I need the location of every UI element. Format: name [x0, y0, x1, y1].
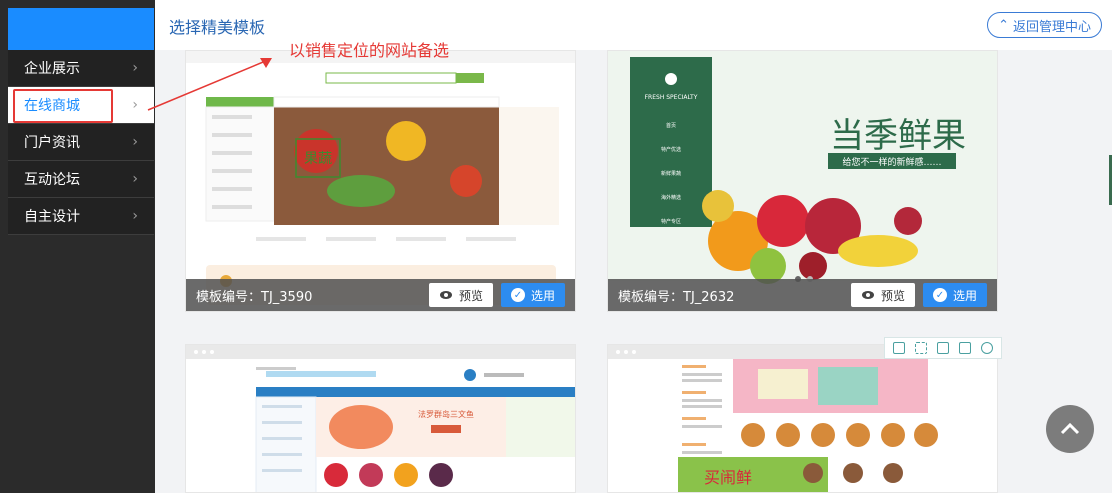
preview-label: 预览 — [458, 288, 483, 303]
chevron-right-icon: › — [132, 97, 138, 113]
thumb-nav-item: 特产优选 — [661, 146, 681, 153]
annotation-highlight-box — [13, 89, 113, 123]
eye-icon — [861, 291, 874, 299]
chevron-right-icon: › — [132, 60, 138, 76]
template-thumbnail: 买闹鲜 — [608, 345, 997, 492]
template-thumbnail: 法罗群岛三文鱼 — [186, 345, 575, 492]
annotation-arrow — [147, 58, 272, 111]
sidebar-item-label: 门户资讯 — [24, 135, 80, 151]
thumb-nav-item: 新鲜果蔬 — [661, 170, 681, 177]
fullscreen-icon[interactable] — [915, 342, 927, 354]
thumb-nav-item: 特产专区 — [661, 218, 681, 225]
check-circle-icon: ✓ — [932, 288, 947, 302]
preview-button[interactable]: 预览 — [850, 283, 915, 307]
check-circle-icon: ✓ — [510, 288, 525, 302]
template-code: 模板编号：TJ_2632 — [618, 289, 735, 305]
sidebar-item-custom-design[interactable]: 自主设计 › — [8, 198, 154, 235]
return-admin-label: 返回管理中心 — [1012, 19, 1091, 35]
preview-label: 预览 — [880, 288, 905, 303]
page-title: 选择精美模板 — [169, 18, 266, 37]
chevron-up-icon — [1060, 422, 1080, 435]
eye-icon — [439, 291, 452, 299]
select-label: 选用 — [952, 288, 977, 303]
back-to-top-button[interactable] — [1046, 405, 1094, 453]
sidebar-item-portal[interactable]: 门户资讯 › — [8, 124, 154, 161]
thumb-brand: FRESH SPECIALTY — [645, 94, 698, 101]
template-thumbnail: FRESH SPECIALTY 首页 特产优选 新鲜果蔬 海外精选 特产专区 当… — [608, 51, 997, 311]
template-code: 模板编号：TJ_3590 — [196, 289, 313, 305]
gear-icon[interactable] — [981, 342, 993, 354]
return-admin-button[interactable]: ⌃ 返回管理中心 — [987, 12, 1102, 38]
double-chevron-up-icon: ⌃ — [998, 17, 1009, 33]
thumb-promo: 买闹鲜 — [704, 468, 752, 487]
select-button[interactable]: ✓ 选用 — [500, 283, 565, 307]
thumb-promo: 法罗群岛三文鱼 — [418, 409, 474, 419]
template-card-footer: 模板编号：TJ_2632 预览 ✓ 选用 — [608, 279, 997, 311]
floating-toolbar — [884, 337, 1002, 359]
select-label: 选用 — [530, 288, 555, 303]
mobile-icon[interactable] — [893, 342, 905, 354]
logo-area — [8, 8, 154, 50]
template-card-footer: 模板编号：TJ_3590 预览 ✓ 选用 — [186, 279, 575, 311]
chevron-right-icon: › — [132, 171, 138, 187]
share-icon[interactable] — [959, 342, 971, 354]
select-button[interactable]: ✓ 选用 — [922, 283, 987, 307]
chevron-right-icon: › — [132, 134, 138, 150]
chevron-right-icon: › — [132, 208, 138, 224]
sidebar-item-label: 自主设计 — [24, 209, 80, 225]
save-icon[interactable] — [937, 342, 949, 354]
sidebar-item-label: 互动论坛 — [24, 172, 80, 188]
thumb-tagline: 给您不一样的新鲜感…… — [842, 156, 941, 168]
thumb-nav-item: 首页 — [666, 122, 676, 129]
sidebar-item-forum[interactable]: 互动论坛 › — [8, 161, 154, 198]
preview-button[interactable]: 预览 — [428, 283, 493, 307]
template-card[interactable]: 买闹鲜 — [607, 344, 998, 493]
template-card[interactable]: FRESH SPECIALTY 首页 特产优选 新鲜果蔬 海外精选 特产专区 当… — [607, 50, 998, 312]
sidebar-item-label: 企业展示 — [24, 61, 80, 77]
thumb-nav-item: 海外精选 — [661, 194, 681, 201]
sidebar: 企业展示 › 在线商城 › 门户资讯 › 互动论坛 › 自主设计 › — [0, 0, 155, 493]
template-card[interactable]: 法罗群岛三文鱼 — [185, 344, 576, 493]
thumb-headline: 当季鲜果 — [830, 116, 966, 156]
sidebar-menu: 企业展示 › 在线商城 › 门户资讯 › 互动论坛 › 自主设计 › — [8, 50, 154, 235]
sidebar-item-enterprise[interactable]: 企业展示 › — [8, 50, 154, 87]
